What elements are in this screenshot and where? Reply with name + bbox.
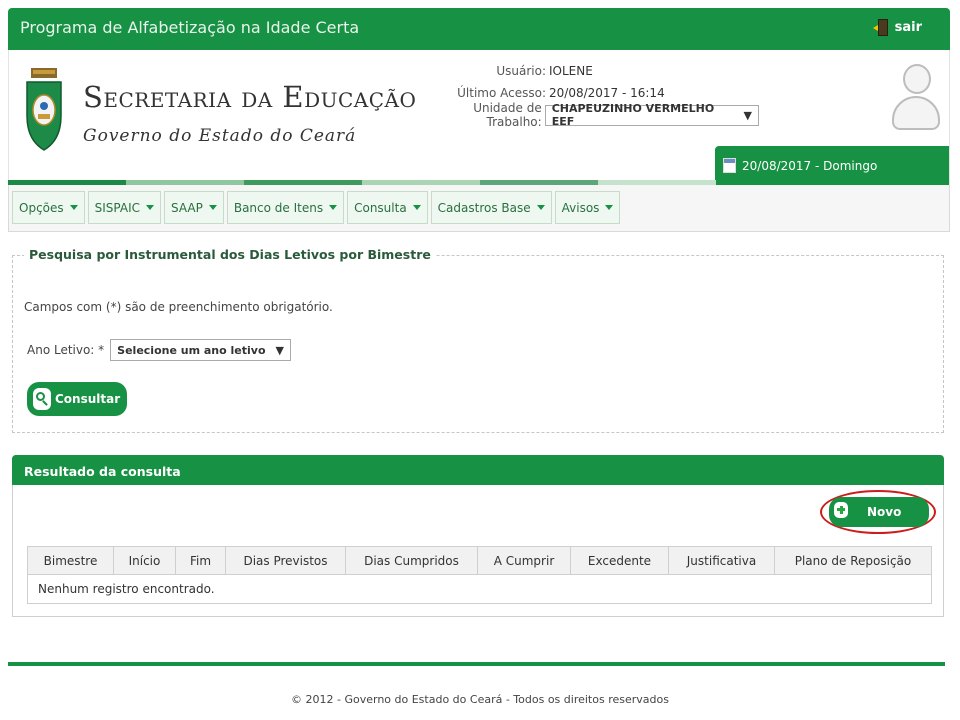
user-info: Usuário: IOLENE Último Acesso: 20/08/201… [419, 60, 759, 129]
last-access-value: 20/08/2017 - 16:14 [549, 86, 665, 100]
logo-subtitle: Governo do Estado do Ceará [83, 126, 357, 146]
dropdown-arrow-icon: ▼ [275, 343, 284, 357]
state-crest-icon [26, 68, 62, 151]
menu-label: Opções [19, 200, 64, 215]
novo-highlight: Novo [820, 490, 936, 534]
menu-label: Consulta [354, 200, 407, 215]
caret-down-icon [605, 205, 614, 210]
column-header[interactable]: Início [113, 546, 176, 575]
caret-down-icon [146, 205, 155, 210]
table-row: Nenhum registro encontrado. [27, 574, 932, 604]
column-header[interactable]: Fim [175, 546, 226, 575]
novo-label: Novo [867, 505, 902, 519]
menu-label: Avisos [561, 200, 600, 215]
page: Programa de Alfabetização na Idade Certa… [0, 0, 960, 720]
avatar [889, 60, 943, 134]
empty-message: Nenhum registro encontrado. [27, 574, 932, 604]
menu-avisos[interactable]: Avisos [554, 191, 621, 224]
menu-label: Cadastros Base [437, 200, 531, 215]
menu-consulta[interactable]: Consulta [347, 191, 428, 224]
work-unit-row: Unidade de Trabalho: CHAPEUZINHO VERMELH… [419, 101, 759, 129]
last-access-label: Último Acesso: [457, 86, 546, 100]
menu-label: Banco de Itens [233, 200, 324, 215]
caret-down-icon [536, 205, 545, 210]
school-year-label: Ano Letivo: * [27, 343, 105, 357]
header: Secretaria da Educação Governo do Estado… [8, 50, 950, 185]
novo-button[interactable]: Novo [829, 497, 929, 527]
school-year-row: Ano Letivo: * Selecione um ano letivo ▼ [27, 339, 291, 361]
school-year-select[interactable]: Selecione um ano letivo ▼ [110, 339, 291, 361]
results-title: Resultado da consulta [12, 455, 944, 485]
menu-cadastros-base[interactable]: Cadastros Base [430, 191, 552, 224]
date-tab: 20/08/2017 - Domingo [715, 146, 949, 185]
menu-banco-de-itens[interactable]: Banco de Itens [226, 191, 345, 224]
table-header-row: Bimestre Início Fim Dias Previstos Dias … [27, 546, 932, 575]
main-menu-bar: Opções SISPAIC SAAP Banco de Itens Consu… [8, 185, 950, 232]
caret-down-icon [329, 205, 338, 210]
user-value: IOLENE [549, 64, 593, 78]
menu-saap[interactable]: SAAP [164, 191, 224, 224]
top-bar: Programa de Alfabetização na Idade Certa… [8, 8, 950, 50]
menu-opcoes[interactable]: Opções [12, 191, 85, 224]
user-row: Usuário: IOLENE [419, 60, 759, 82]
logout-label: sair [894, 20, 922, 35]
consultar-button[interactable]: Consultar [27, 382, 127, 416]
column-header[interactable]: Dias Previstos [225, 546, 346, 575]
menu-label: SISPAIC [94, 200, 141, 215]
program-title: Programa de Alfabetização na Idade Certa [20, 18, 360, 37]
column-header[interactable]: Plano de Reposição [774, 546, 932, 575]
work-unit-label: Unidade de Trabalho: [473, 101, 542, 129]
caret-down-icon [412, 205, 421, 210]
dropdown-arrow-icon: ▼ [743, 108, 752, 122]
caret-down-icon [69, 205, 78, 210]
column-header[interactable]: A Cumprir [477, 546, 571, 575]
column-header[interactable]: Excedente [570, 546, 669, 575]
logout-button[interactable]: sair [872, 19, 922, 36]
logo-title: Secretaria da Educação [83, 80, 417, 114]
search-icon [33, 388, 51, 410]
current-date: 20/08/2017 - Domingo [742, 158, 878, 173]
column-header[interactable]: Justificativa [668, 546, 775, 575]
work-unit-select[interactable]: CHAPEUZINHO VERMELHO EEF ▼ [544, 102, 759, 128]
column-header[interactable]: Bimestre [27, 546, 114, 575]
exit-door-icon [872, 19, 889, 36]
menu-sispaic[interactable]: SISPAIC [87, 191, 162, 224]
calendar-icon [723, 158, 736, 173]
menu-label: SAAP [171, 200, 203, 215]
search-legend: Pesquisa por Instrumental dos Dias Letiv… [24, 247, 436, 262]
results-panel: Resultado da consulta Novo Bimestre Iníc… [12, 455, 944, 617]
search-fieldset: Pesquisa por Instrumental dos Dias Letiv… [12, 247, 944, 433]
required-fields-note: Campos com (*) são de preenchimento obri… [24, 300, 333, 314]
consultar-label: Consultar [55, 392, 121, 406]
work-unit-value: CHAPEUZINHO VERMELHO EEF [551, 102, 715, 128]
results-table: Bimestre Início Fim Dias Previstos Dias … [27, 546, 932, 604]
footer-divider [8, 662, 945, 666]
column-header[interactable]: Dias Cumpridos [345, 546, 478, 575]
plus-icon [834, 502, 848, 518]
user-label: Usuário: [496, 64, 546, 78]
footer-copyright: © 2012 - Governo do Estado do Ceará - To… [291, 693, 669, 706]
school-year-value: Selecione um ano letivo [117, 343, 266, 357]
caret-down-icon [208, 205, 217, 210]
main-menu: Opções SISPAIC SAAP Banco de Itens Consu… [12, 191, 621, 224]
